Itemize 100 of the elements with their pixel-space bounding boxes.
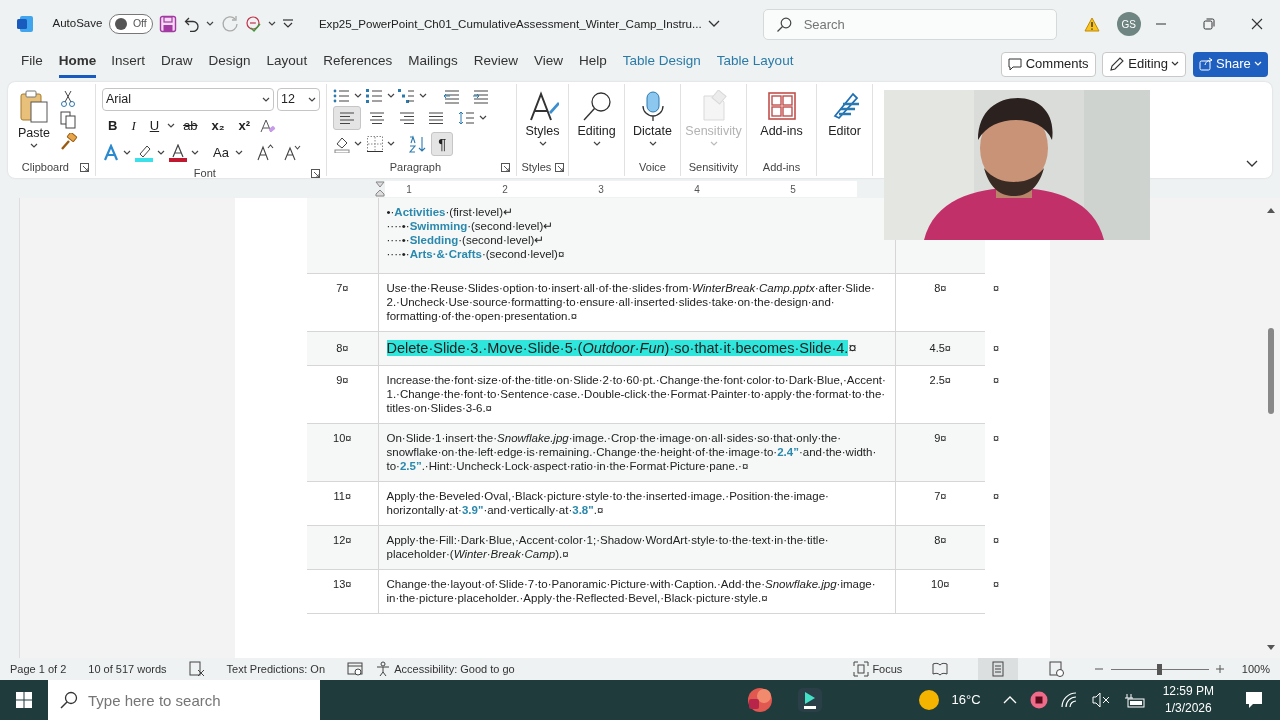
sun-icon[interactable] (917, 689, 940, 711)
italic-button[interactable]: I (125, 114, 142, 138)
text-effects-icon[interactable] (102, 144, 120, 162)
undo-icon[interactable] (183, 16, 200, 32)
customize-icon[interactable] (282, 19, 295, 29)
caret-icon[interactable] (123, 150, 131, 156)
document-title[interactable]: Exp25_PowerPoint_Ch01_CumulativeAssessment_Winter_Camp_Instru... (318, 15, 721, 33)
comments-button[interactable]: Comments (1001, 51, 1096, 77)
notification-icon[interactable] (1244, 690, 1264, 710)
caret-icon[interactable] (157, 150, 165, 156)
caret-icon[interactable] (30, 142, 38, 149)
ribbon-button[interactable]: Dictate (631, 88, 674, 149)
strikethrough-button[interactable]: ab (177, 114, 204, 138)
zoom-in-icon[interactable] (1215, 664, 1226, 674)
ribbon-button[interactable]: Add-ins (753, 88, 810, 143)
line-spacing-icon[interactable] (458, 110, 476, 126)
taskbar-clock[interactable]: 12:59 PM 1/3/2026 (1162, 683, 1214, 717)
subscript-button[interactable]: x₂ (205, 114, 231, 138)
font-name-field[interactable]: Arial (102, 88, 274, 111)
word-count[interactable]: 10 of 517 words (88, 660, 167, 678)
caret-icon[interactable] (386, 141, 395, 147)
clear-formatting-icon[interactable] (258, 117, 277, 135)
taskbar-search-field[interactable]: Type here to search (48, 680, 320, 720)
dialog-launcher-icon[interactable] (501, 162, 510, 172)
grow-font-icon[interactable] (255, 144, 274, 162)
scroll-up-icon[interactable] (1266, 206, 1276, 214)
caret-icon[interactable] (479, 115, 488, 121)
cut-icon[interactable] (60, 90, 77, 108)
weather-temperature[interactable]: 16°C (951, 690, 981, 710)
ribbon-button[interactable]: Editor (823, 88, 866, 143)
paste-button[interactable]: Paste (14, 88, 54, 151)
caret-icon[interactable] (354, 93, 363, 99)
bold-button[interactable]: B (102, 114, 124, 138)
increase-indent-icon[interactable] (471, 88, 490, 104)
ribbon-button[interactable]: Styles (523, 88, 562, 149)
editing-mode-button[interactable]: Editing (1102, 51, 1187, 77)
print-layout-button[interactable] (978, 658, 1019, 680)
dialog-launcher-icon[interactable] (554, 162, 564, 172)
scrollbar-thumb[interactable] (1268, 328, 1274, 414)
menu-tab[interactable]: Home (58, 50, 97, 78)
page-count[interactable]: Page 1 of 2 (10, 660, 67, 678)
highlighter-icon[interactable] (134, 144, 154, 162)
shading-icon[interactable] (333, 135, 351, 153)
display-settings-icon[interactable] (347, 661, 363, 677)
bullets-icon[interactable] (333, 88, 351, 104)
shrink-font-icon[interactable] (282, 144, 301, 162)
scroll-down-icon[interactable] (1266, 644, 1276, 652)
search-field[interactable]: Search (762, 8, 1057, 40)
menu-tab[interactable]: References (323, 50, 393, 78)
align-left-button[interactable] (333, 106, 361, 130)
caret-icon[interactable] (234, 150, 243, 156)
zoom-level[interactable]: 100% (1241, 660, 1270, 678)
save-icon[interactable] (159, 15, 178, 33)
multilevel-list-icon[interactable] (398, 88, 416, 104)
menu-tab[interactable]: Table Layout (716, 50, 794, 78)
dialog-launcher-icon[interactable] (80, 162, 89, 172)
muted-speaker-icon[interactable] (1091, 692, 1110, 708)
app-icon[interactable] (746, 686, 774, 714)
menu-tab[interactable]: Review (473, 50, 518, 78)
chevron-up-icon[interactable] (1002, 695, 1017, 705)
caret-icon[interactable] (538, 140, 547, 147)
caret-icon[interactable] (206, 21, 215, 27)
menu-tab[interactable]: Draw (161, 50, 193, 78)
text-predictions-status[interactable]: Text Predictions: On (226, 660, 325, 678)
wifi-icon[interactable] (1060, 692, 1079, 708)
menu-tab[interactable]: Insert (111, 50, 146, 78)
menu-tab[interactable]: Table Design (622, 50, 701, 78)
menu-tab[interactable]: Mailings (408, 50, 458, 78)
change-case-button[interactable]: Aa (210, 141, 232, 165)
menu-tab[interactable]: Design (208, 50, 251, 78)
close-icon[interactable] (1251, 18, 1263, 30)
caret-icon[interactable] (648, 140, 657, 147)
battery-icon[interactable] (1122, 692, 1145, 708)
account-avatar[interactable]: GS (1116, 12, 1141, 36)
review-icon[interactable] (245, 16, 262, 32)
menu-tab[interactable]: File (21, 50, 43, 78)
copy-icon[interactable] (60, 111, 77, 130)
font-size-field[interactable]: 12 (277, 88, 320, 111)
caret-icon[interactable] (592, 140, 601, 147)
share-button[interactable]: Share (1192, 51, 1268, 77)
caret-icon[interactable] (191, 150, 199, 156)
zoom-slider-thumb[interactable] (1156, 663, 1162, 675)
record-icon[interactable] (1029, 691, 1048, 709)
borders-icon[interactable] (365, 135, 384, 153)
menu-tab[interactable]: Help (579, 50, 607, 78)
autosave-toggle[interactable]: Off (108, 14, 153, 34)
menu-tab[interactable]: View (534, 50, 563, 78)
decrease-indent-icon[interactable] (442, 88, 461, 104)
restore-icon[interactable] (1203, 18, 1215, 30)
menu-tab[interactable]: Layout (266, 50, 308, 78)
dialog-launcher-icon[interactable] (311, 168, 320, 178)
font-color-icon[interactable] (168, 144, 188, 162)
ribbon-button[interactable]: Editing (575, 88, 618, 149)
collapse-ribbon-icon[interactable] (1246, 160, 1258, 168)
caret-icon[interactable] (267, 21, 276, 27)
caret-icon[interactable] (386, 93, 395, 99)
sort-icon[interactable] (408, 135, 428, 153)
warning-icon[interactable] (1084, 16, 1101, 32)
accessibility-status[interactable]: Accessibility: Good to go (375, 660, 515, 678)
focus-button[interactable]: Focus (853, 660, 903, 678)
